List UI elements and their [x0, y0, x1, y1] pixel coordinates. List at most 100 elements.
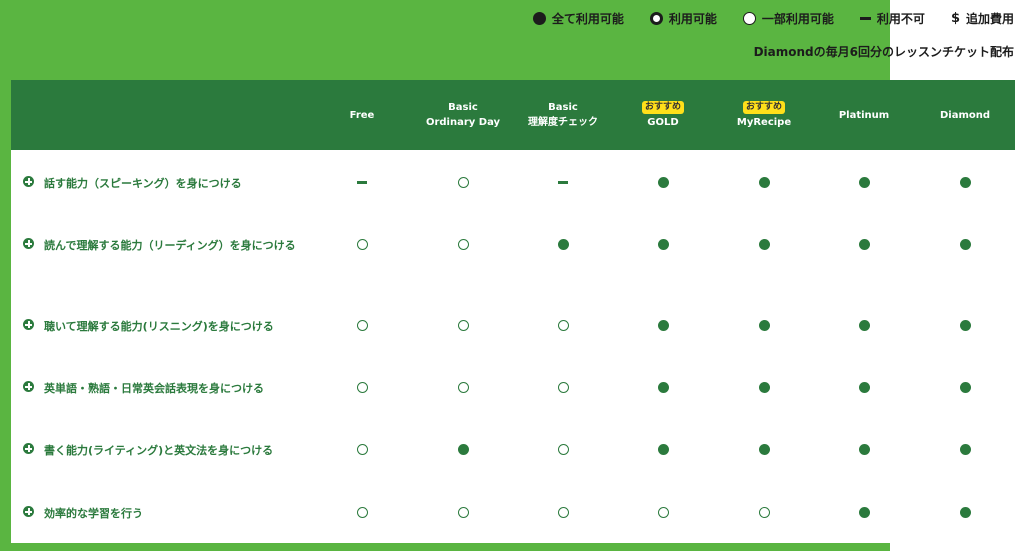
row-label: 聴いて理解する能力(リスニング)を身につける — [44, 320, 274, 333]
filled-circle-icon — [959, 381, 971, 393]
open-circle-icon — [457, 176, 469, 188]
availability-cell — [613, 237, 713, 251]
availability-cell — [714, 505, 814, 519]
availability-cell — [714, 237, 814, 251]
availability-cell — [413, 505, 513, 519]
row-label: 英単語・熟語・日常英会話表現を身につける — [44, 382, 264, 395]
legend-item-available: 利用可能 — [649, 10, 717, 27]
filled-circle-icon — [758, 319, 770, 331]
availability-cell — [915, 380, 1015, 394]
open-circle-icon — [356, 238, 368, 250]
availability-cell — [814, 505, 914, 519]
availability-cell — [814, 237, 914, 251]
availability-cell — [413, 442, 513, 456]
row-expand-toggle[interactable]: 話す能力（スピーキング）を身につける — [23, 175, 303, 192]
open-circle-icon — [557, 381, 569, 393]
filled-circle-icon — [557, 238, 569, 250]
filled-circle-icon — [758, 176, 770, 188]
availability-cell — [513, 380, 613, 394]
dollar-icon: $ — [950, 11, 960, 26]
availability-cell — [714, 318, 814, 332]
open-circle-icon — [758, 506, 770, 518]
availability-cell — [915, 318, 1015, 332]
target-circle-icon — [649, 12, 663, 25]
dash-icon — [357, 180, 367, 184]
open-circle-icon — [557, 506, 569, 518]
availability-cell — [714, 380, 814, 394]
filled-circle-icon — [858, 381, 870, 393]
legend-label: 利用可能 — [668, 12, 717, 26]
plus-circle-icon[interactable] — [23, 506, 34, 517]
row-expand-toggle[interactable]: 効率的な学習を行う — [23, 505, 303, 522]
availability-cell — [312, 175, 412, 189]
open-circle-icon — [557, 443, 569, 455]
legend-label: 利用不可 — [876, 12, 925, 26]
table-header: Free Basic Ordinary Day Basic 理解度チェック おすすめ GOL… — [11, 80, 1015, 150]
filled-circle-icon — [858, 443, 870, 455]
plan-name-line: Basic — [448, 102, 478, 113]
filled-circle-icon — [858, 319, 870, 331]
open-circle-icon — [742, 12, 756, 25]
plus-circle-icon[interactable] — [23, 176, 34, 187]
availability-cell — [915, 237, 1015, 251]
plan-name-line: 理解度チェック — [528, 117, 598, 128]
filled-circle-icon — [758, 238, 770, 250]
plus-circle-icon[interactable] — [23, 319, 34, 330]
ticket-note: Diamondの毎月6回分のレッスンチケット配布 — [753, 45, 1014, 59]
filled-circle-icon — [657, 443, 669, 455]
plan-name-line: MyRecipe — [736, 116, 792, 128]
open-circle-icon — [356, 443, 368, 455]
availability-cell — [312, 442, 412, 456]
plus-circle-icon[interactable] — [23, 238, 34, 249]
availability-cell — [513, 175, 613, 189]
availability-cell — [413, 318, 513, 332]
plan-name-line: Basic — [548, 102, 578, 113]
filled-circle-icon — [959, 319, 971, 331]
open-circle-icon — [457, 506, 469, 518]
recommended-badge: おすすめ — [742, 100, 785, 114]
plus-circle-icon[interactable] — [23, 443, 34, 454]
open-circle-icon — [457, 381, 469, 393]
open-circle-icon — [557, 319, 569, 331]
availability-cell — [613, 318, 713, 332]
availability-cell — [312, 318, 412, 332]
availability-cell — [613, 380, 713, 394]
legend-item-all: 全て利用可能 — [532, 10, 624, 27]
filled-circle-icon — [858, 176, 870, 188]
filled-circle-icon — [858, 506, 870, 518]
row-label: 話す能力（スピーキング）を身につける — [44, 177, 242, 190]
plan-name-line: Platinum — [838, 109, 890, 121]
open-circle-icon — [657, 506, 669, 518]
filled-circle-icon — [657, 381, 669, 393]
row-label: 効率的な学習を行う — [44, 507, 143, 520]
open-circle-icon — [457, 238, 469, 250]
availability-cell — [513, 442, 613, 456]
plan-header-5: おすすめ MyRecipe — [714, 80, 814, 150]
plus-circle-icon[interactable] — [23, 381, 34, 392]
filled-circle-icon — [657, 319, 669, 331]
availability-cell — [714, 442, 814, 456]
row-expand-toggle[interactable]: 英単語・熟語・日常英会話表現を身につける — [23, 380, 303, 397]
open-circle-icon — [356, 506, 368, 518]
availability-cell — [613, 442, 713, 456]
row-label: 読んで理解する能力（リーディング）を身につける — [44, 239, 296, 252]
row-expand-toggle[interactable]: 書く能力(ライティング)と英文法を身につける — [23, 442, 303, 459]
legend-label: 全て利用可能 — [551, 12, 624, 26]
filled-circle-icon — [457, 443, 469, 455]
plan-name-line: GOLD — [647, 116, 679, 128]
availability-cell — [312, 237, 412, 251]
plan-comparison-table: Free Basic Ordinary Day Basic 理解度チェック おすすめ GOL… — [11, 80, 1015, 543]
availability-cell — [312, 380, 412, 394]
row-expand-toggle[interactable]: 聴いて理解する能力(リスニング)を身につける — [23, 318, 303, 335]
legend-label: 追加費用 — [965, 12, 1014, 26]
plan-header-4: おすすめ GOLD — [613, 80, 713, 150]
row-expand-toggle[interactable]: 読んで理解する能力（リーディング）を身につける — [23, 237, 303, 254]
row-label: 書く能力(ライティング)と英文法を身につける — [44, 444, 274, 457]
plan-header-1: Free — [312, 80, 412, 150]
filled-circle-icon — [657, 176, 669, 188]
legend-item-cost: $ 追加費用 — [951, 10, 1014, 27]
availability-cell — [513, 237, 613, 251]
plan-name-line: Diamond — [939, 109, 991, 121]
availability-cell — [814, 442, 914, 456]
availability-cell — [915, 175, 1015, 189]
